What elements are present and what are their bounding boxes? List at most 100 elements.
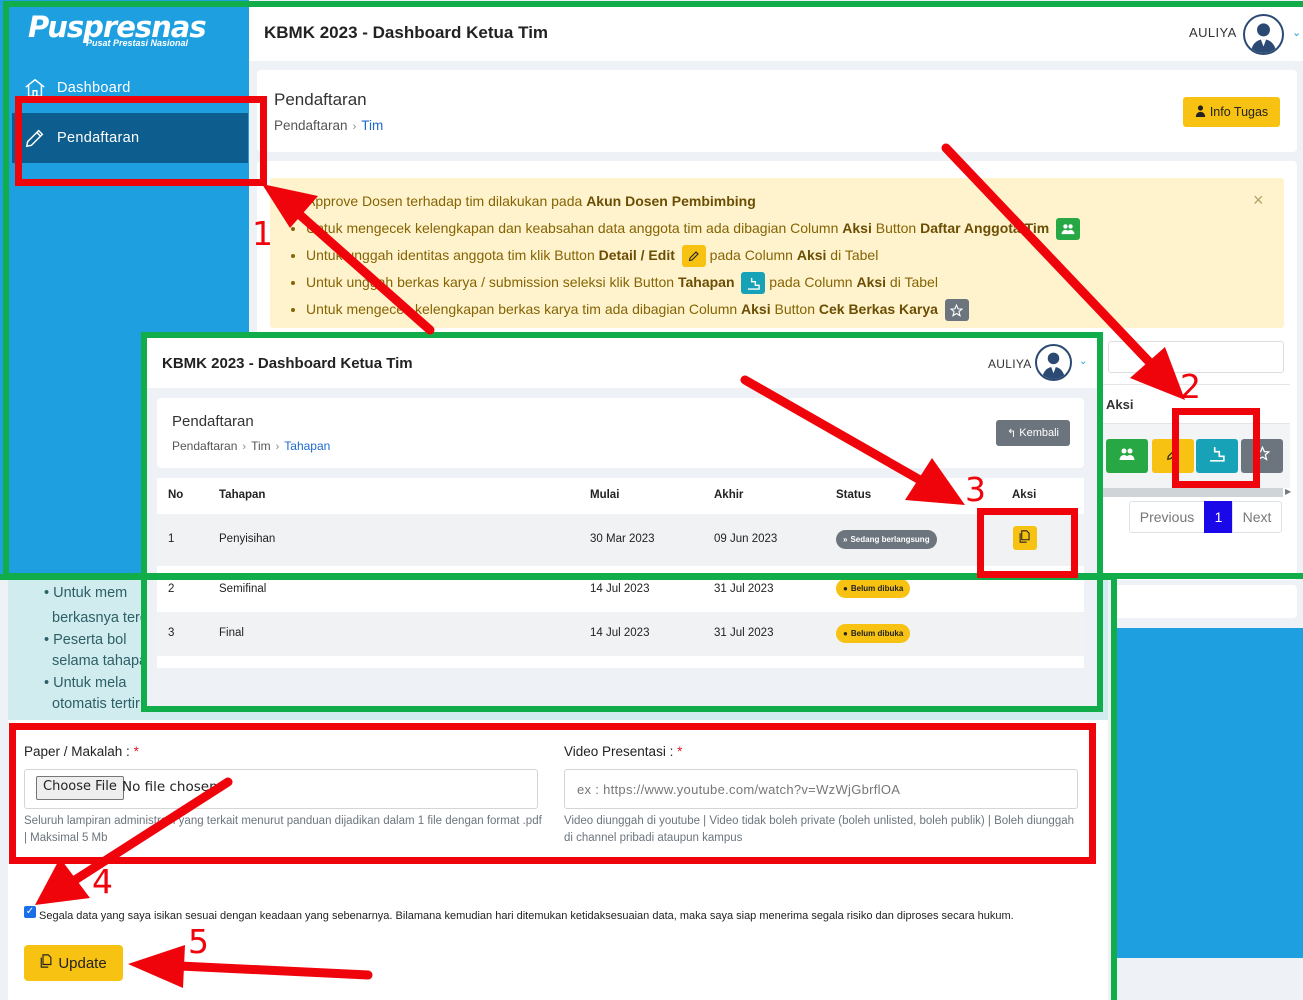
- page-header-card: Pendaftaran Pendaftaran › Tim › Tahapan ↰ Ke…: [157, 398, 1084, 468]
- video-help-text: Video diunggah di youtube | Video tidak …: [564, 815, 1075, 844]
- step-number: 2: [1180, 367, 1201, 406]
- close-icon[interactable]: ×: [1253, 190, 1264, 211]
- instruction-text: otomatis tertir: [52, 696, 140, 712]
- status-badge: ● Belum dibuka: [836, 624, 911, 643]
- pencil-icon: [12, 127, 57, 149]
- horizontal-scrollbar[interactable]: [1100, 488, 1283, 497]
- chevron-right-icon: ›: [352, 121, 357, 133]
- back-label: Kembali: [1019, 427, 1059, 439]
- top-navbar: KBMK 2023 - Dashboard Ketua Tim AULIYA ⌄: [147, 338, 1097, 388]
- instruction-text: selama tahapa: [52, 653, 148, 669]
- chevron-down-icon[interactable]: ⌄: [1292, 26, 1301, 39]
- cell-akhir: 09 Jun 2023: [714, 533, 778, 545]
- file-icon: [1019, 530, 1031, 546]
- logo-subtitle: Pusat Prestasi Nasional: [86, 38, 189, 48]
- sidebar-item-dashboard[interactable]: Dashboard: [12, 63, 248, 113]
- info-alert: Approve Dosen terhadap tim dilakukan pad…: [270, 178, 1284, 328]
- column-header-aksi: Aksi: [1106, 397, 1134, 412]
- breadcrumb-item[interactable]: Pendaftaran: [172, 439, 237, 453]
- table-header: No Tahapan Mulai Akhir Status Aksi: [157, 478, 1084, 514]
- sidebar-item-label: Pendaftaran: [57, 130, 140, 146]
- file-icon: [40, 954, 53, 972]
- avatar[interactable]: [1243, 14, 1284, 55]
- cell-tahapan: Final: [219, 627, 244, 639]
- instruction-text: • Untuk mem: [44, 585, 128, 601]
- tahapan-panel: KBMK 2023 - Dashboard Ketua Tim AULIYA ⌄…: [147, 338, 1097, 706]
- page-title: Pendaftaran: [274, 90, 367, 109]
- sidebar-item-label: Dashboard: [57, 80, 131, 96]
- step-number: 3: [965, 470, 986, 509]
- undo-icon: ↰: [1007, 427, 1017, 440]
- pagination-page-1[interactable]: 1: [1204, 501, 1233, 533]
- back-button[interactable]: ↰ Kembali: [996, 420, 1070, 446]
- avatar[interactable]: [1035, 344, 1072, 381]
- exclamation-circle-icon: ●: [843, 629, 848, 638]
- column-header: Mulai: [590, 489, 620, 501]
- breadcrumb-item[interactable]: Tim: [251, 439, 271, 453]
- choose-file-button[interactable]: Choose File: [36, 776, 124, 800]
- pagination-previous[interactable]: Previous: [1129, 501, 1205, 533]
- sidebar-item-pendaftaran[interactable]: Pendaftaran: [12, 113, 248, 163]
- cell-tahapan: Semifinal: [219, 583, 267, 595]
- status-badge: ● Belum dibuka: [836, 579, 911, 598]
- paper-file-input[interactable]: Choose File No file chosen: [24, 769, 538, 809]
- column-header: No: [168, 489, 184, 501]
- tahapan-table: No Tahapan Mulai Akhir Status Aksi 1 Pen…: [157, 478, 1084, 668]
- cell-mulai: 30 Mar 2023: [590, 533, 655, 545]
- table-row: [1100, 424, 1290, 488]
- alert-item: Untuk unggah berkas karya / submission s…: [306, 269, 1080, 296]
- app-title: KBMK 2023 - Dashboard Ketua Tim: [264, 23, 549, 42]
- tahapan-button[interactable]: [1196, 439, 1238, 473]
- detail-edit-button[interactable]: [1152, 439, 1194, 473]
- instruction-text: • Peserta bol: [44, 632, 127, 648]
- background-panel: [1115, 628, 1303, 958]
- cell-akhir: 31 Jul 2023: [714, 583, 774, 595]
- info-tugas-label: Info Tugas: [1209, 105, 1269, 119]
- user-name[interactable]: AULIYA: [1189, 25, 1237, 40]
- cell-mulai: 14 Jul 2023: [590, 627, 650, 639]
- upload-submission-button[interactable]: [1013, 526, 1037, 550]
- user-tie-icon: [1195, 104, 1206, 120]
- step-number: 5: [188, 922, 209, 961]
- top-navbar: KBMK 2023 - Dashboard Ketua Tim AULIYA ⌄: [249, 5, 1303, 61]
- video-label: Video Presentasi : *: [564, 744, 683, 759]
- page-title: Pendaftaran: [172, 413, 254, 430]
- app-title: KBMK 2023 - Dashboard Ketua Tim: [162, 355, 413, 372]
- exclamation-circle-icon: ●: [843, 584, 848, 593]
- chevron-right-icon: ›: [242, 441, 247, 453]
- cell-no: 1: [168, 533, 175, 545]
- pencil-icon: [1166, 447, 1180, 466]
- video-url-placeholder: ex : https://www.youtube.com/watch?v=WzW…: [577, 782, 901, 797]
- file-status: No file chosen: [122, 779, 218, 795]
- chevron-down-icon[interactable]: ⌄: [1079, 356, 1087, 367]
- pagination: Previous 1 Next: [1129, 501, 1282, 533]
- table-row: 3 Final 14 Jul 2023 31 Jul 2023 ● Belum d…: [157, 612, 1084, 656]
- chevron-right-icon: ›: [275, 441, 280, 453]
- info-tugas-button[interactable]: Info Tugas: [1183, 97, 1280, 127]
- content-card: [1115, 585, 1297, 618]
- breadcrumb-item[interactable]: Tim: [361, 118, 383, 133]
- cell-no: 2: [168, 583, 175, 595]
- breadcrumb-item[interactable]: Pendaftaran: [274, 118, 348, 133]
- paper-label: Paper / Makalah : *: [24, 744, 139, 759]
- update-button[interactable]: Update: [24, 945, 123, 981]
- stairs-icon: [1209, 446, 1225, 467]
- star-icon: [944, 299, 969, 322]
- column-header: Aksi: [1012, 489, 1037, 501]
- pagination-next[interactable]: Next: [1232, 501, 1282, 533]
- home-icon: [12, 77, 57, 99]
- breadcrumb: Pendaftaran › Tim: [274, 118, 383, 133]
- double-chevron-icon: »: [843, 535, 848, 544]
- alert-item: Untuk mengecek kelengkapan berkas karya …: [306, 296, 1080, 323]
- agreement-text: Segala data yang saya isikan sesuai deng…: [39, 910, 1014, 922]
- pencil-icon: [681, 245, 706, 268]
- video-url-input[interactable]: ex : https://www.youtube.com/watch?v=WzW…: [564, 769, 1078, 809]
- breadcrumb-item[interactable]: Tahapan: [284, 439, 330, 453]
- cek-berkas-karya-button[interactable]: [1241, 439, 1283, 473]
- column-header: Tahapan: [219, 489, 266, 501]
- daftar-anggota-tim-button[interactable]: [1106, 439, 1148, 473]
- users-icon: [1056, 218, 1081, 241]
- cell-no: 3: [168, 627, 175, 639]
- scroll-right-icon[interactable]: ▶: [1285, 487, 1291, 496]
- user-name[interactable]: AULIYA: [988, 357, 1032, 371]
